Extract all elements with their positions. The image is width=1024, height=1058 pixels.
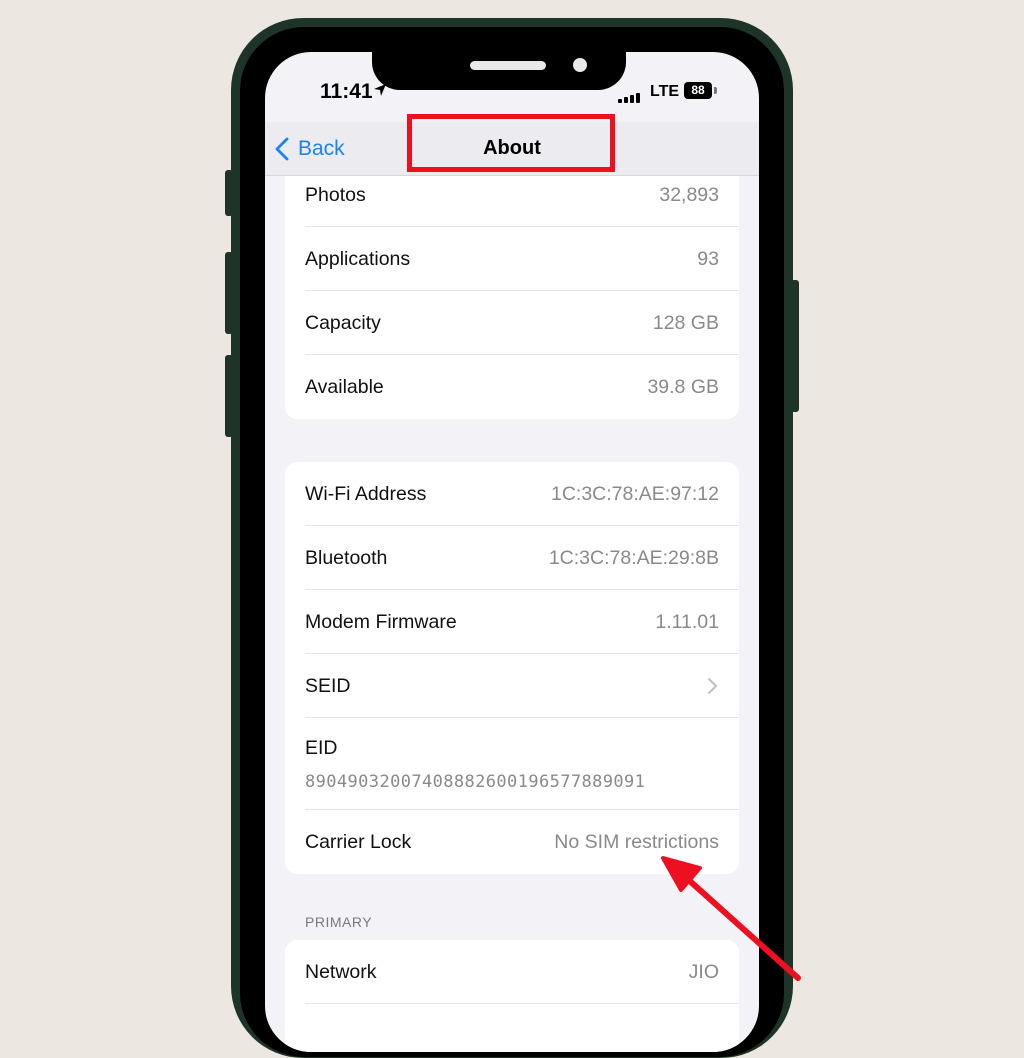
notch — [372, 52, 626, 90]
row-applications: Applications 93 — [285, 227, 739, 291]
row-available: Available 39.8 GB — [285, 355, 739, 419]
signal-icon — [618, 85, 642, 103]
row-value: 128 GB — [652, 311, 719, 334]
row-eid[interactable]: EID 89049032007408882600196577889091 — [285, 718, 739, 810]
row-label: Wi-Fi Address — [305, 482, 427, 505]
row-label: SEID — [305, 674, 351, 697]
row-value: 39.8 GB — [647, 375, 719, 398]
row-label: Applications — [305, 247, 411, 270]
battery-tip — [714, 87, 717, 94]
row-label: Capacity — [305, 311, 381, 334]
row-label: EID — [305, 736, 338, 759]
title-highlight-box — [407, 114, 615, 172]
row-value: 93 — [697, 247, 719, 270]
carrier-lock-value: No SIM restrictions — [554, 830, 719, 853]
phone-screen: 11:41 LTE 88 Photos 32,893 Applications … — [265, 52, 759, 1052]
section-label-primary: PRIMARY — [305, 914, 373, 930]
row-modem-firmware[interactable]: Modem Firmware 1.11.01 — [285, 590, 739, 654]
front-camera — [573, 58, 587, 72]
primary-group: Network JIO — [285, 940, 739, 1052]
row-value: 1.11.01 — [655, 610, 719, 633]
row-capacity: Capacity 128 GB — [285, 291, 739, 355]
chevron-right-icon — [707, 677, 718, 695]
row-value: 32,893 — [659, 183, 719, 206]
speaker-grille — [470, 61, 546, 70]
row-network: Network JIO — [285, 940, 739, 1004]
row-bluetooth[interactable]: Bluetooth 1C:3C:78:AE:29:8B — [285, 526, 739, 590]
row-value: 1C:3C:78:AE:29:8B — [548, 546, 719, 569]
row-wifi-address[interactable]: Wi-Fi Address 1C:3C:78:AE:97:12 — [285, 462, 739, 526]
row-next — [285, 1004, 739, 1052]
status-time: 11:41 — [320, 80, 373, 103]
row-label: Modem Firmware — [305, 610, 457, 633]
row-label: Network — [305, 960, 377, 983]
storage-group: Photos 32,893 Applications 93 Capacity 1… — [285, 163, 739, 419]
network-info-group: Wi-Fi Address 1C:3C:78:AE:97:12 Bluetoot… — [285, 462, 739, 874]
row-value: JIO — [688, 960, 719, 983]
row-label: Bluetooth — [305, 546, 388, 569]
network-type: LTE — [650, 83, 680, 100]
eid-value: 89049032007408882600196577889091 — [305, 771, 646, 792]
row-value: 1C:3C:78:AE:97:12 — [550, 482, 719, 505]
row-label: Carrier Lock — [305, 830, 412, 853]
battery-icon: 88 — [684, 82, 712, 99]
row-seid[interactable]: SEID — [285, 654, 739, 718]
row-carrier-lock: Carrier Lock No SIM restrictions — [285, 810, 739, 874]
row-label: Photos — [305, 183, 366, 206]
row-label: Available — [305, 375, 384, 398]
